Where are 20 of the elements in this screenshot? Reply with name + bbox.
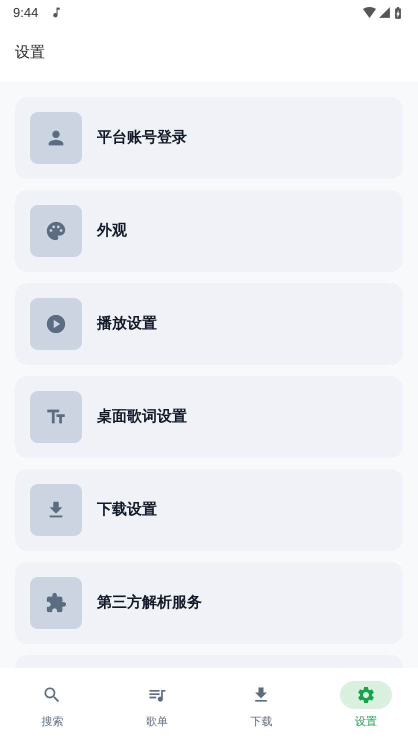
person-icon [30, 112, 82, 164]
settings-item[interactable]: 播放设置 [15, 283, 403, 365]
page-title: 设置 [15, 43, 45, 64]
settings-item[interactable]: 外观 [15, 190, 403, 272]
text-size-icon [30, 391, 82, 443]
settings-icon [356, 685, 376, 705]
settings-item[interactable]: 第三方解析服务 [15, 562, 403, 644]
wifi-icon [363, 7, 376, 18]
nav-tab[interactable]: 歌单 [104, 668, 209, 744]
settings-item[interactable]: 桌面歌词设置 [15, 376, 403, 458]
signal-icon [378, 6, 391, 19]
status-time: 9:44 [13, 4, 38, 22]
nav-tab[interactable]: 下载 [209, 668, 314, 744]
palette-icon [30, 205, 82, 257]
settings-item[interactable]: 平台账号登录 [15, 97, 403, 179]
nav-tab[interactable]: 搜索 [0, 668, 104, 744]
download-icon [30, 484, 82, 536]
play-icon [30, 298, 82, 350]
settings-item[interactable]: 下载设置 [15, 469, 403, 551]
puzzle-icon [30, 577, 82, 629]
